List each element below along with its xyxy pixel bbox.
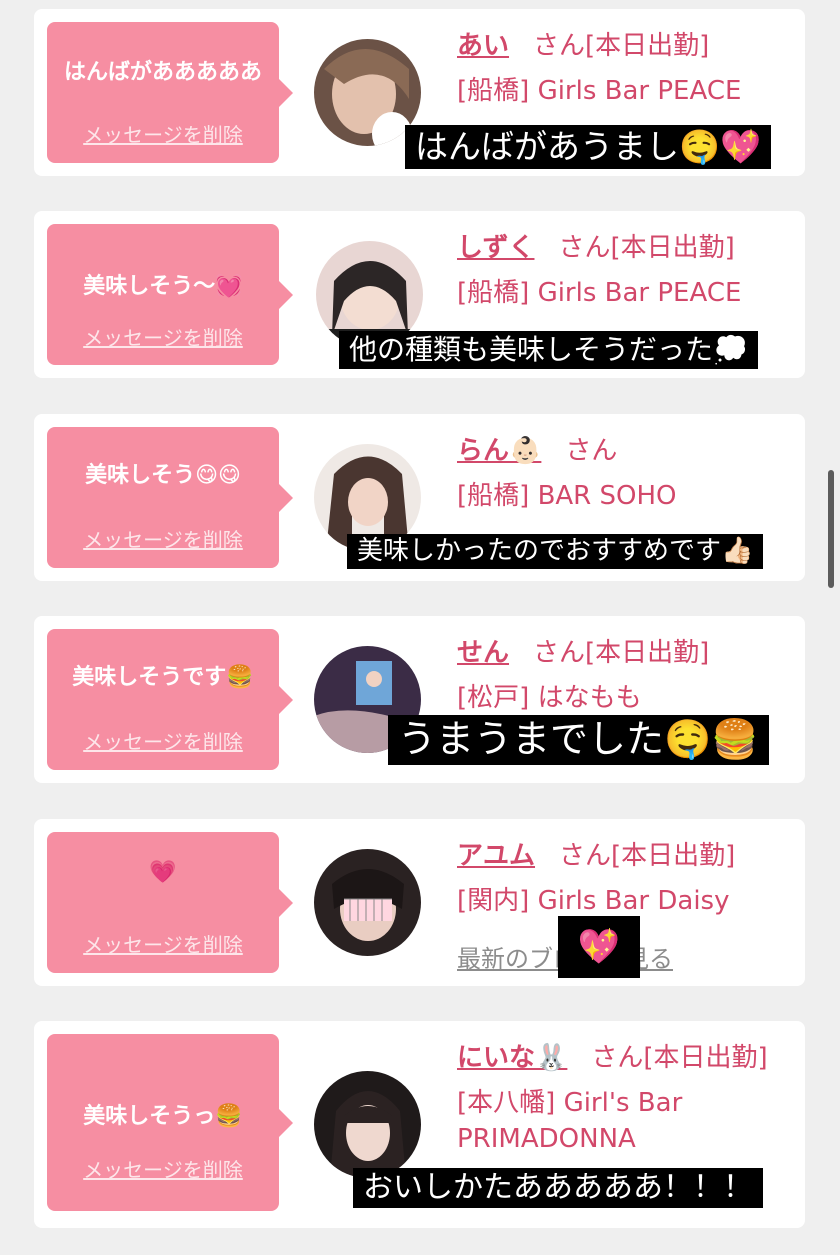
message-card: 美味しそうです🍔 メッセージを削除 せん さん[本日出勤] [松戸] はなもも う… [34,616,805,783]
cast-name-link[interactable]: しずく [457,233,534,263]
cast-name-link[interactable]: にいな🐰 [457,1043,567,1073]
caption-overlay: 他の種類も美味しそうだった💭 [339,331,758,369]
delete-message-link[interactable]: メッセージを削除 [47,929,279,958]
shop-area: [関内] [457,886,530,916]
message-bubble: 美味しそうです🍔 メッセージを削除 [47,629,293,770]
delete-message-link[interactable]: メッセージを削除 [47,1154,279,1183]
message-text: 💗 [149,860,177,885]
emoji-overlay: 💖 [558,916,640,978]
message-bubble: 美味しそうっ🍔 メッセージを削除 [47,1034,293,1211]
caption-overlay: 美味しかったのでおすすめです👍🏻 [347,534,764,570]
shop-line: [本八幡] Girl's Bar [457,1082,682,1119]
shop-name: はなもも [537,683,642,713]
cast-name-link[interactable]: せん [457,638,509,668]
shop-name: BAR SOHO [537,481,677,511]
shop-name: Girls Bar Daisy [537,886,730,916]
message-card: 美味しそうっ🍔 メッセージを削除 にいな🐰 さん[本日出勤] [本八幡] Girl… [34,1021,805,1228]
shop-area: [船橋] [457,278,530,308]
shop-line: [松戸] はなもも [457,677,642,714]
scrollbar[interactable] [828,470,834,588]
message-card: 美味しそう〜💓 メッセージを削除 しずく さん[本日出勤] [船橋] Girls … [34,211,805,378]
cast-name-line: しずく さん[本日出勤] [457,227,735,264]
delete-message-link[interactable]: メッセージを削除 [47,119,279,148]
cast-name-link[interactable]: らん👶🏻 [457,436,541,466]
avatar[interactable] [314,1071,421,1178]
cast-name-line: あい さん[本日出勤] [457,25,709,62]
shop-area: [本八幡] [457,1088,556,1118]
delete-message-link[interactable]: メッセージを削除 [47,726,279,755]
message-bubble: 美味しそう〜💓 メッセージを削除 [47,224,293,365]
caption-overlay: はんばがあうまし🤤💖 [405,125,772,169]
shop-name: Girls Bar PEACE [537,278,742,308]
cast-status: さん[本日出勤] [533,31,710,61]
message-bubble: 美味しそう😋😋 メッセージを削除 [47,427,293,568]
message-card: はんばがあああああ メッセージを削除 あい さん[本日出勤] [船橋] Girls… [34,9,805,176]
message-card: 美味しそう😋😋 メッセージを削除 らん👶🏻 さん [船橋] BAR SOHO 美味… [34,414,805,581]
caption-overlay: うまうまでした🤤🍔 [388,715,769,765]
shop-line: [関内] Girls Bar Daisy [457,880,730,917]
cast-name-line: せん さん[本日出勤] [457,632,709,669]
cast-name-line: アユム さん[本日出勤] [457,835,735,872]
cast-name-link[interactable]: アユム [457,841,535,871]
message-text: 美味しそうっ🍔 [83,1104,243,1129]
message-text: はんばがあああああ [63,60,262,85]
cast-status: さん[本日出勤] [533,638,710,668]
message-text: 美味しそう〜💓 [83,274,243,299]
message-bubble: はんばがあああああ メッセージを削除 [47,22,293,163]
cast-name-line: にいな🐰 さん[本日出勤] [457,1037,768,1074]
delete-message-link[interactable]: メッセージを削除 [47,524,279,553]
message-text: 美味しそう😋😋 [85,463,241,488]
caption-overlay: おいしかたあああああ！！！ [353,1168,763,1208]
message-text: 美味しそうです🍔 [72,665,254,690]
shop-name-line2: PRIMADONNA [457,1124,636,1154]
shop-line: [船橋] Girls Bar PEACE [457,70,741,107]
cast-status: さん[本日出勤] [591,1043,768,1073]
cast-status: さん[本日出勤] [558,233,735,263]
avatar[interactable] [314,849,421,956]
message-bubble: 💗 メッセージを削除 [47,832,293,973]
shop-name: Girls Bar PEACE [537,76,742,106]
message-card: 💗 メッセージを削除 アユム さん[本日出勤] [関内] Girls Bar Da… [34,819,805,986]
shop-line: [船橋] Girls Bar PEACE [457,272,741,309]
cast-status: さん [565,436,618,466]
cast-name-line: らん👶🏻 さん [457,430,617,467]
shop-area: [船橋] [457,481,530,511]
delete-message-link[interactable]: メッセージを削除 [47,322,279,351]
shop-line: [船橋] BAR SOHO [457,475,677,512]
shop-name: Girl's Bar [563,1088,683,1118]
cast-name-link[interactable]: あい [457,31,509,61]
shop-area: [船橋] [457,76,530,106]
shop-area: [松戸] [457,683,530,713]
cast-status: さん[本日出勤] [559,841,736,871]
